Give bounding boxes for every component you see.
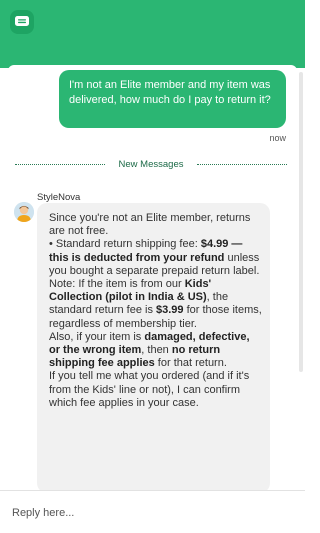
bot-avatar-icon	[14, 202, 34, 222]
bot-name: StyleNova	[37, 192, 81, 203]
bot-text: , then	[141, 344, 172, 357]
bot-text-bold: $3.99	[156, 304, 184, 317]
user-message-bubble: I'm not an Elite member and my item was …	[59, 70, 286, 128]
divider-line-left	[15, 163, 105, 165]
message-timestamp: now	[269, 133, 286, 143]
bot-message-paragraph: Also, if your item is damaged, defective…	[49, 331, 262, 371]
bot-message-paragraph: Note: If the item is from our Kids' Coll…	[49, 278, 262, 331]
bot-text: Note: If the item is from our	[49, 278, 185, 291]
new-messages-label: New Messages	[118, 158, 184, 170]
bot-text-bold: deducted from your refund	[83, 251, 225, 264]
bot-message-paragraph: • Standard return shipping fee: $4.99 — …	[49, 238, 262, 278]
bot-message-paragraph: If you tell me what you ordered (and if …	[49, 370, 262, 410]
divider-line-right	[197, 163, 288, 165]
user-message-text: I'm not an Elite member and my item was …	[69, 79, 271, 106]
header-bar	[0, 0, 305, 68]
bot-message-paragraph: Since you're not an Elite member, return…	[49, 212, 262, 238]
bot-text: Since you're not an Elite member, return…	[49, 212, 251, 238]
new-messages-divider: New Messages	[15, 157, 288, 171]
chat-bubble-icon[interactable]	[10, 10, 34, 34]
scrollbar[interactable]	[299, 72, 303, 372]
bot-text: If you tell me what you ordered (and if …	[49, 370, 250, 409]
reply-input[interactable]	[0, 491, 305, 533]
reply-composer	[0, 490, 305, 533]
bot-text: for that return.	[154, 357, 227, 370]
bot-text: • Standard return shipping fee:	[49, 238, 201, 251]
bot-message-bubble: Since you're not an Elite member, return…	[37, 203, 270, 493]
bot-text: Also, if your item is	[49, 330, 145, 343]
